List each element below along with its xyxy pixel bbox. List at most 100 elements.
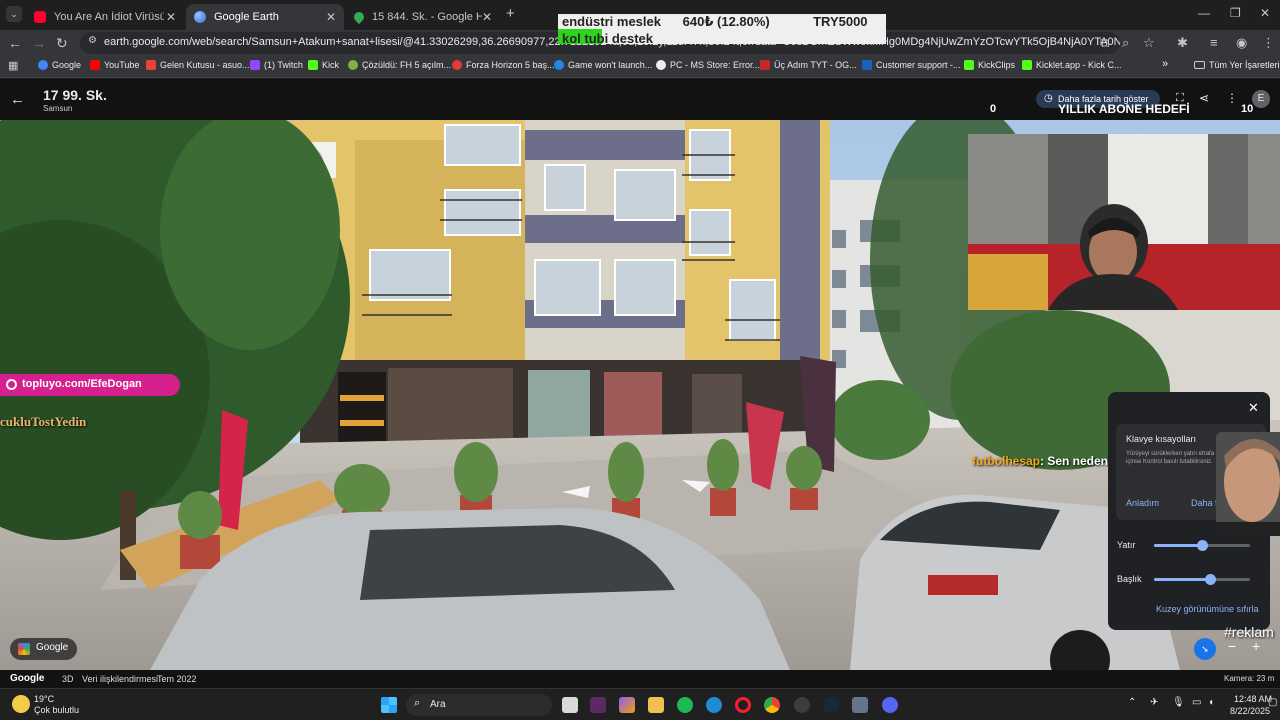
bookmark-support[interactable]: Customer support -... (862, 60, 961, 70)
bookmark-kickclips[interactable]: KickClips (964, 60, 1015, 70)
zoom-in-icon[interactable]: + (1252, 638, 1260, 654)
task-view-icon[interactable] (562, 697, 578, 713)
extensions-icon[interactable]: ✱ (1177, 35, 1188, 51)
discord-icon[interactable] (882, 697, 898, 713)
shortcuts-ok-button[interactable]: Anladım (1126, 498, 1159, 508)
site-info-icon[interactable]: ⚙ (88, 35, 97, 46)
media-icon[interactable]: ≡ (1210, 35, 1218, 50)
bookmark-uc-adim[interactable]: Üç Adım TYT - OG... (760, 60, 857, 70)
bookmark-youtube[interactable]: YouTube (90, 60, 139, 70)
network-app-icon[interactable] (852, 697, 868, 713)
goal-right-value: 10 (1241, 103, 1254, 115)
gmail-icon (146, 60, 156, 70)
zoom-icon[interactable]: ⌕ (1122, 35, 1129, 51)
zoom-out-icon[interactable]: − (1228, 638, 1236, 654)
close-icon[interactable]: ✕ (482, 10, 492, 24)
bookmark-twitch[interactable]: (1) Twitch (250, 60, 303, 70)
back-icon[interactable]: ← (8, 35, 22, 51)
bookmark-gmail[interactable]: Gelen Kutusu - asuo... (146, 60, 250, 70)
tray-app-icon[interactable]: ✈ (1150, 697, 1158, 708)
tilt-slider-knob[interactable] (1197, 540, 1208, 551)
footer-date: Tem 2022 (157, 674, 197, 684)
windows-taskbar: 19°C Çok bulutlu ⌕ Ara ⌃ ✈ 🎙 ▭ ◖ 12:48 A… (0, 688, 1280, 720)
place-title: 17 99. Sk. (43, 87, 107, 103)
network-icon[interactable]: ▭ (1192, 697, 1201, 708)
weather-icon[interactable] (12, 695, 30, 713)
tab-title: Google Earth (214, 11, 279, 23)
apps-icon[interactable]: ▦ (8, 59, 18, 72)
folder-icon (1194, 61, 1205, 69)
bookmark-kicklet[interactable]: Kicklet.app - Kick C... (1022, 60, 1122, 70)
more-options-icon[interactable]: ⋮ (1226, 91, 1238, 105)
kick-icon (964, 60, 974, 70)
install-icon[interactable]: ⧉ (1100, 35, 1109, 51)
ticker-line1: endüstri meslek 640₺ (12.80%) TRY5000 (562, 14, 868, 29)
bookmark-kick[interactable]: Kick (308, 60, 339, 70)
opera-icon[interactable] (735, 697, 751, 713)
profile-icon[interactable]: ◉ (1236, 35, 1247, 51)
reset-north-button[interactable]: Kuzey görünümüne sıfırla (1156, 604, 1259, 614)
youtube-icon (34, 11, 46, 23)
bookmarks-overflow[interactable]: » (1162, 58, 1168, 70)
star-icon[interactable]: ☆ (1143, 35, 1155, 51)
close-icon[interactable]: ✕ (326, 10, 336, 24)
tab-title: 15 844. Sk. - Google Haritalar (372, 11, 482, 23)
menu-icon[interactable]: ⋮ (1262, 35, 1275, 51)
app-icon-purple[interactable] (590, 697, 606, 713)
footer-3d-toggle[interactable]: 3D (62, 674, 74, 684)
bookmark-ms-store[interactable]: PC - MS Store: Error... (656, 60, 760, 70)
tab-youtube[interactable]: You Are An İdiot Virüsünün Hik ✕ (26, 4, 184, 30)
volume-icon[interactable]: ◖ (1208, 697, 1214, 708)
new-tab-button[interactable]: + (506, 5, 515, 22)
avatar[interactable]: E (1252, 90, 1270, 108)
reload-icon[interactable]: ↻ (56, 35, 68, 52)
start-icon[interactable] (381, 697, 397, 713)
microphone-icon[interactable]: 🎙 (1172, 697, 1185, 708)
file-explorer-icon[interactable] (648, 697, 664, 713)
tilt-slider-fill (1154, 544, 1202, 547)
notification-icon[interactable]: ▢ (1268, 697, 1277, 708)
bookmark-fh5[interactable]: Çözüldü: FH 5 açılm... (348, 60, 451, 70)
footer-data-attribution[interactable]: Veri ilişkilendirmesi (82, 674, 158, 684)
goal-left-value: 0 (990, 103, 997, 115)
steam-icon[interactable] (823, 697, 839, 713)
tray-overflow-icon[interactable]: ⌃ (1128, 697, 1136, 708)
tab-search-icon[interactable]: ⌄ (6, 6, 22, 22)
clock-time[interactable]: 12:48 AM (1234, 694, 1272, 704)
taskbar-search[interactable]: ⌕ Ara (406, 694, 552, 716)
copilot-icon[interactable] (619, 697, 635, 713)
close-window-icon[interactable]: ✕ (1260, 6, 1270, 20)
shortcuts-more-button[interactable]: Daha f (1191, 498, 1218, 508)
clock-date[interactable]: 8/22/2025 (1230, 706, 1270, 716)
goal-label: YILLIK ABONE HEDEFİ (1058, 102, 1190, 116)
search-icon: ⌕ (414, 697, 421, 709)
tab-google-maps[interactable]: 15 844. Sk. - Google Haritalar ✕ (346, 4, 500, 30)
bookmark-forza[interactable]: Forza Horizon 5 baş... (452, 60, 555, 70)
steam-icon (554, 60, 564, 70)
spotify-icon[interactable] (677, 697, 693, 713)
guest-webcam (1216, 432, 1280, 536)
donation-ticker: endüstri meslek 640₺ (12.80%) TRY5000 ko… (558, 14, 886, 44)
tab-title: You Are An İdiot Virüsünün Hik (54, 11, 164, 23)
close-icon[interactable]: ✕ (1248, 400, 1259, 416)
heading-slider-knob[interactable] (1205, 574, 1216, 585)
bookmark-google[interactable]: Google (38, 60, 81, 70)
forza-icon (452, 60, 462, 70)
compass-icon[interactable]: ➘ (1194, 638, 1216, 660)
close-icon[interactable]: ✕ (166, 10, 176, 24)
forward-icon[interactable]: → (32, 35, 46, 51)
chrome-icon[interactable] (764, 697, 780, 713)
restore-icon[interactable]: ❐ (1230, 6, 1241, 20)
game-app-icon[interactable] (794, 697, 810, 713)
share-icon[interactable]: ⋖ (1199, 91, 1209, 105)
back-arrow-icon[interactable]: ← (10, 91, 25, 108)
edge-icon[interactable] (706, 697, 722, 713)
webcam-image (968, 134, 1280, 310)
youtube-icon (90, 60, 100, 70)
bookmark-steam-help[interactable]: Game won't launch... (554, 60, 652, 70)
all-bookmarks[interactable]: Tüm Yer İşaretleri (1194, 60, 1280, 70)
kick-icon (308, 60, 318, 70)
forum-icon (348, 60, 358, 70)
tab-google-earth[interactable]: Google Earth ✕ (186, 4, 344, 30)
minimize-icon[interactable]: — (1198, 6, 1210, 20)
